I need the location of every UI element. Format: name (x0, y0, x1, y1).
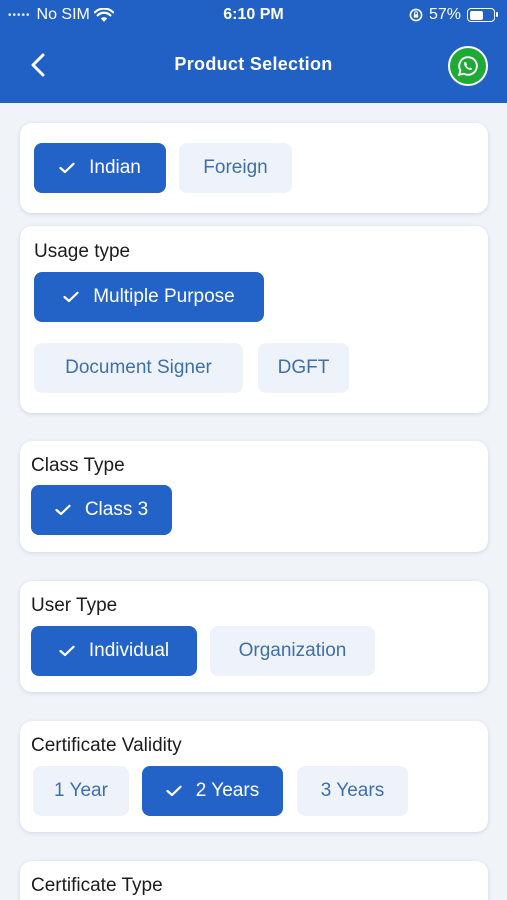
option-3-years[interactable]: 3 Years (297, 766, 408, 816)
option-1-year[interactable]: 1 Year (33, 766, 129, 816)
option-label: Individual (88, 640, 170, 661)
option-label: 3 Years (320, 780, 385, 801)
certificate-validity-heading: Certificate Validity (31, 735, 182, 756)
option-label: DGFT (277, 357, 330, 378)
origin-card: Indian Foreign (20, 123, 488, 213)
option-2-years[interactable]: 2 Years (142, 766, 283, 816)
option-class-3[interactable]: Class 3 (31, 485, 172, 535)
rotation-lock-icon (409, 8, 423, 22)
battery-icon (467, 8, 498, 22)
nav-bar: Product Selection (0, 40, 507, 90)
certificate-validity-card: Certificate Validity 1 Year 2 Years 3 Ye… (20, 721, 488, 832)
user-type-heading: User Type (31, 595, 118, 616)
app-header: ••••• No SIM 6:10 PM 57% Product Selecti… (0, 0, 507, 103)
status-right: 57% (409, 6, 498, 24)
option-label: Document Signer (65, 357, 212, 378)
check-icon (55, 504, 71, 516)
option-document-signer[interactable]: Document Signer (34, 343, 243, 393)
class-type-card: Class Type Class 3 (20, 441, 488, 552)
battery-level (469, 10, 483, 20)
option-label: 2 Years (195, 780, 260, 801)
option-dgft[interactable]: DGFT (258, 343, 349, 393)
check-icon (59, 162, 75, 174)
option-multiple-purpose[interactable]: Multiple Purpose (34, 272, 264, 322)
option-individual[interactable]: Individual (31, 626, 197, 676)
option-label: Class 3 (84, 499, 149, 520)
option-label: Organization (238, 640, 347, 661)
option-label: Multiple Purpose (93, 286, 235, 307)
whatsapp-button[interactable] (448, 46, 488, 86)
option-indian[interactable]: Indian (34, 143, 166, 193)
certificate-type-card: Certificate Type (20, 861, 488, 900)
battery-percent: 57% (428, 6, 461, 23)
class-type-heading: Class Type (31, 455, 125, 476)
option-label: 1 Year (54, 780, 108, 801)
option-label: Indian (89, 157, 141, 178)
option-foreign[interactable]: Foreign (179, 143, 292, 193)
whatsapp-icon (457, 56, 478, 77)
check-icon (59, 645, 75, 657)
usage-type-card: Usage type Multiple Purpose Document Sig… (20, 226, 488, 413)
certificate-type-heading: Certificate Type (31, 875, 163, 896)
option-organization[interactable]: Organization (210, 626, 375, 676)
page-title: Product Selection (174, 54, 333, 74)
option-label: Foreign (203, 157, 268, 178)
check-icon (166, 785, 182, 797)
status-bar: ••••• No SIM 6:10 PM 57% (0, 0, 507, 32)
check-icon (63, 291, 79, 303)
user-type-card: User Type Individual Organization (20, 581, 488, 692)
usage-type-heading: Usage type (34, 241, 131, 262)
